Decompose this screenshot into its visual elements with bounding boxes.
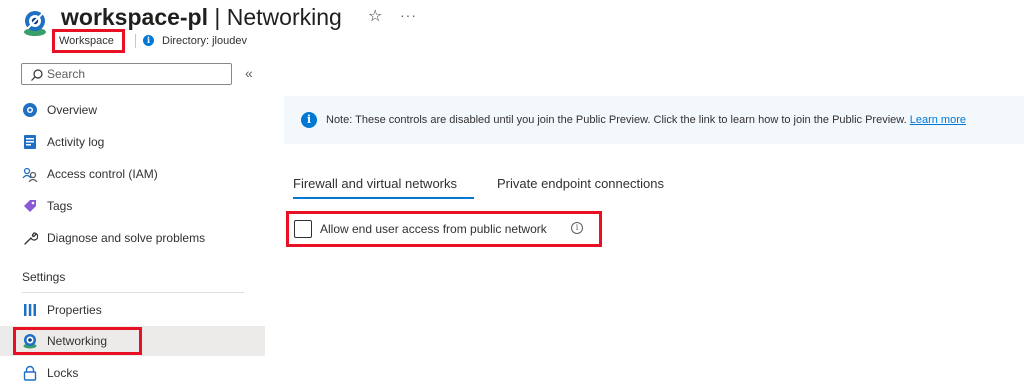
tab-private-endpoint-connections[interactable]: Private endpoint connections bbox=[497, 176, 664, 192]
workspace-resource-icon bbox=[21, 9, 49, 37]
title-separator: | bbox=[214, 4, 221, 30]
sidebar-item-label: Tags bbox=[47, 199, 73, 213]
banner-message: Note: These controls are disabled until … bbox=[326, 113, 966, 127]
subtitle-divider bbox=[135, 34, 136, 48]
highlight-box-workspace bbox=[52, 29, 125, 53]
sidebar-item-label: Activity log bbox=[47, 135, 105, 149]
resource-name: workspace-pl bbox=[61, 4, 208, 30]
overview-icon bbox=[22, 102, 38, 118]
info-banner: i Note: These controls are disabled unti… bbox=[284, 96, 1024, 144]
public-network-access-label: Allow end user access from public networ… bbox=[320, 222, 547, 236]
more-options-button[interactable]: ··· bbox=[400, 6, 417, 24]
iam-icon bbox=[22, 166, 38, 183]
learn-more-link[interactable]: Learn more bbox=[910, 114, 966, 126]
sidebar-item-label: Diagnose and solve problems bbox=[47, 231, 206, 245]
search-icon bbox=[30, 68, 44, 82]
selected-tab-indicator bbox=[293, 197, 474, 199]
public-network-access-checkbox[interactable] bbox=[294, 220, 312, 238]
sidebar-item-label: Overview bbox=[47, 103, 98, 117]
lock-icon bbox=[22, 365, 38, 381]
collapse-sidebar-button[interactable]: « bbox=[245, 66, 253, 80]
properties-icon bbox=[22, 302, 38, 318]
info-icon[interactable]: i bbox=[571, 222, 583, 234]
tab-firewall-and-virtual-networks[interactable]: Firewall and virtual networks bbox=[293, 176, 457, 192]
favorite-star-icon[interactable]: ☆ bbox=[368, 8, 382, 26]
sidebar-item-diagnose[interactable]: Diagnose and solve problems bbox=[0, 223, 265, 253]
page-name: Networking bbox=[226, 4, 342, 30]
sidebar-item-activity-log[interactable]: Activity log bbox=[0, 127, 265, 157]
sidebar-item-overview[interactable]: Overview bbox=[0, 95, 265, 125]
info-icon: i bbox=[301, 112, 317, 128]
highlight-box-networking bbox=[13, 327, 142, 355]
sidebar-item-label: Properties bbox=[47, 303, 102, 317]
wrench-icon bbox=[22, 230, 39, 246]
sidebar-item-properties[interactable]: Properties bbox=[0, 295, 265, 325]
sidebar-search-input[interactable]: Search bbox=[21, 63, 232, 85]
page-title: workspace-pl | Networking bbox=[61, 2, 342, 32]
activity-log-icon bbox=[22, 134, 38, 150]
directory-info-icon: i bbox=[143, 35, 154, 46]
sidebar-item-locks[interactable]: Locks bbox=[0, 358, 265, 388]
sidebar-item-access-control[interactable]: Access control (IAM) bbox=[0, 159, 265, 189]
sidebar-item-tags[interactable]: Tags bbox=[0, 191, 265, 221]
sidebar-item-label: Locks bbox=[47, 366, 79, 380]
directory-label: Directory: jloudev bbox=[162, 35, 247, 47]
settings-divider bbox=[22, 292, 244, 293]
search-placeholder: Search bbox=[47, 67, 86, 81]
banner-text: Note: These controls are disabled until … bbox=[326, 114, 907, 126]
sidebar-item-label: Access control (IAM) bbox=[47, 167, 158, 181]
tag-icon bbox=[22, 198, 38, 214]
settings-section-title: Settings bbox=[22, 270, 66, 284]
